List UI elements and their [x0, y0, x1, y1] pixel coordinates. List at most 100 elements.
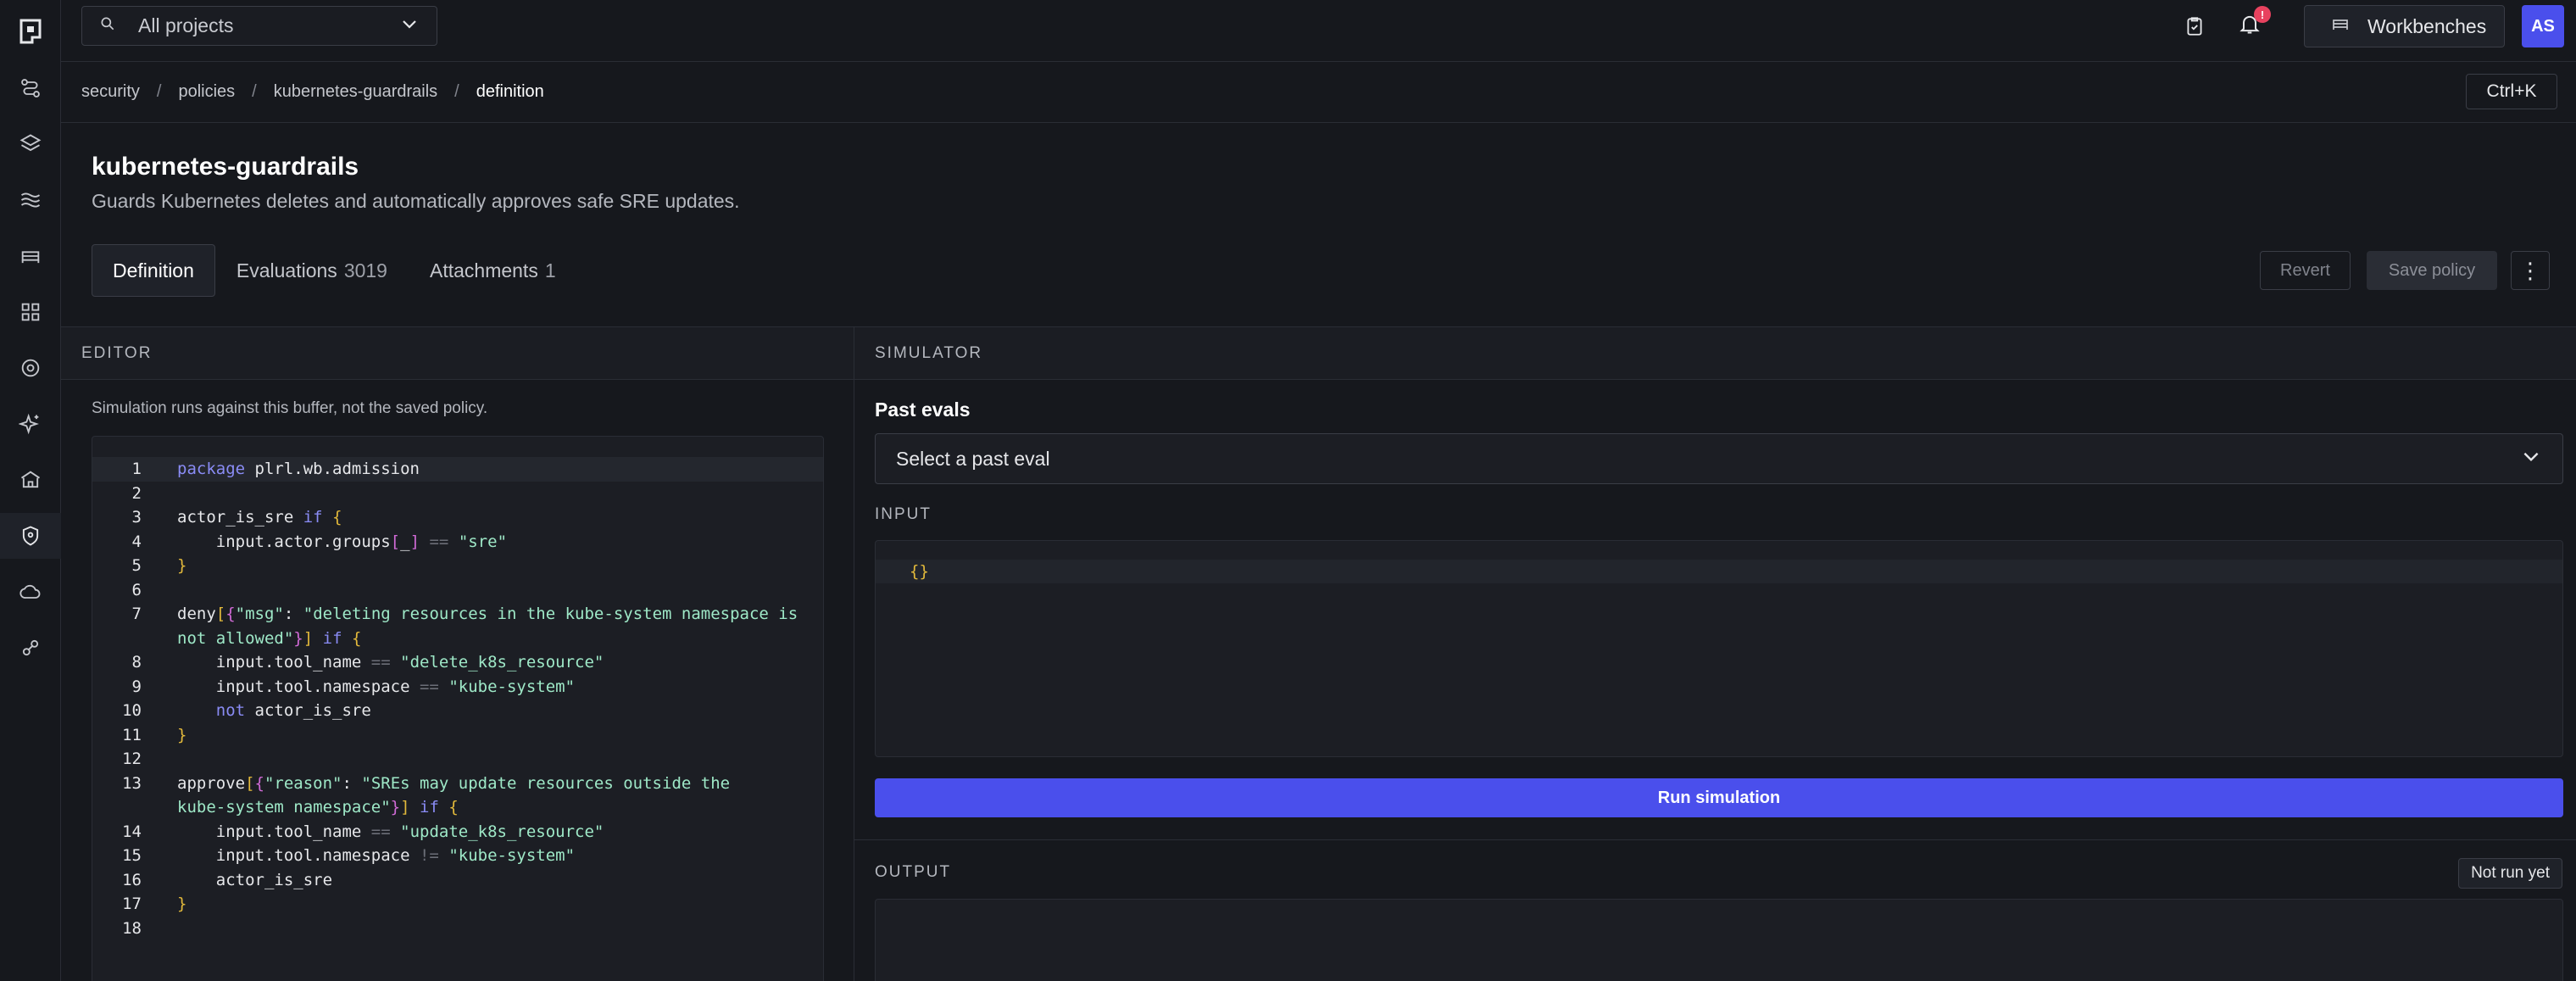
code-line: 5} — [92, 554, 823, 578]
line-number: 14 — [122, 822, 142, 841]
sparkles-icon[interactable] — [0, 401, 61, 447]
past-eval-select[interactable]: Select a past eval — [875, 433, 2563, 484]
code-line: 17} — [92, 892, 823, 917]
left-rail — [0, 0, 61, 981]
shield-icon[interactable] — [0, 513, 61, 559]
input-label: INPUT — [875, 505, 932, 523]
breadcrumb-separator: / — [156, 82, 162, 101]
app-logo-icon[interactable] — [8, 15, 53, 47]
search-icon — [99, 15, 116, 37]
input-editor[interactable]: {} — [875, 540, 2563, 757]
line-number: 5 — [131, 556, 142, 575]
flows-icon[interactable] — [0, 65, 61, 111]
status-badge: Not run yet — [2458, 858, 2562, 889]
code-line: 15 input.tool.namespace != "kube-system" — [92, 844, 823, 868]
code-line: 7 deny[{"msg": "deleting resources in the… — [92, 602, 823, 627]
tab-label: Evaluations — [236, 259, 337, 281]
code-line: 13 approve[{"reason": "SREs may update re… — [92, 772, 823, 796]
line-number: 2 — [131, 483, 142, 503]
breadcrumb-separator: / — [454, 82, 459, 101]
breadcrumb-security[interactable]: security — [81, 82, 140, 102]
more-options-icon[interactable]: ⋮ — [2511, 251, 2550, 290]
line-number: 3 — [131, 508, 142, 527]
notification-badge: ! — [2254, 6, 2271, 23]
code-line: 12 — [92, 747, 823, 772]
breadcrumb: security / policies / kubernetes-guardra… — [81, 82, 544, 102]
workbenches-button[interactable]: Workbenches — [2304, 5, 2505, 47]
workbench-icon[interactable] — [0, 233, 61, 279]
line-number: 8 — [131, 653, 142, 672]
code-line: 1 package plrl.wb.admission — [92, 457, 823, 482]
clipboard-check-icon[interactable] — [2180, 12, 2209, 41]
code-line: kube-system namespace"}] if { — [92, 795, 823, 820]
line-number — [92, 627, 142, 651]
tab-label: Attachments — [429, 259, 538, 281]
code-line: not allowed"}] if { — [92, 627, 823, 651]
output-label: OUTPUT — [875, 863, 952, 881]
tab-definition[interactable]: Definition — [92, 244, 215, 297]
notifications-button[interactable]: ! — [2235, 6, 2271, 41]
breadcrumb-separator: / — [252, 82, 257, 101]
breadcrumb-bar: security / policies / kubernetes-guardra… — [61, 62, 2576, 123]
top-bar: All projects ! Workbenches AS — [61, 0, 2576, 62]
line-number: 6 — [131, 580, 142, 599]
past-eval-placeholder: Select a past eval — [896, 447, 1050, 470]
breadcrumb-policy[interactable]: kubernetes-guardrails — [274, 82, 437, 102]
editor-heading: EDITOR — [61, 327, 854, 380]
cloud-icon[interactable] — [0, 569, 61, 615]
line-number: 11 — [122, 725, 142, 744]
line-number: 7 — [131, 605, 142, 623]
tab-evaluations[interactable]: Evaluations 3019 — [215, 244, 409, 297]
breadcrumb-policies[interactable]: policies — [178, 82, 235, 102]
code-line: 6 — [92, 578, 823, 603]
code-line: 4 input.actor.groups[_] == "sre" — [92, 530, 823, 555]
line-number: 16 — [122, 870, 142, 889]
waves-icon[interactable] — [0, 177, 61, 223]
line-number: 1 — [131, 460, 142, 478]
line-number: 12 — [122, 750, 142, 768]
revert-button[interactable]: Revert — [2260, 251, 2351, 290]
project-select-value: All projects — [138, 14, 234, 36]
target-icon[interactable] — [0, 345, 61, 391]
breadcrumb-current: definition — [476, 82, 544, 101]
tab-attachments[interactable]: Attachments 1 — [409, 244, 577, 297]
page-subtitle: Guards Kubernetes deletes and automatica… — [92, 190, 740, 212]
layers-icon[interactable] — [0, 121, 61, 167]
integrations-icon[interactable] — [0, 625, 61, 671]
simulator-panel: Past evals Select a past eval INPUT {} R… — [854, 327, 2576, 981]
line-number: 15 — [122, 846, 142, 865]
command-palette-shortcut[interactable]: Ctrl+K — [2466, 74, 2557, 109]
line-number: 4 — [131, 532, 142, 551]
code-line: 18 — [92, 917, 823, 941]
code-line: 11} — [92, 723, 823, 748]
page-title: kubernetes-guardrails — [92, 153, 359, 181]
project-select[interactable]: All projects — [81, 6, 437, 46]
code-line: 8 input.tool_name == "delete_k8s_resourc… — [92, 650, 823, 675]
tab-count: 3019 — [343, 259, 387, 281]
chevron-down-icon — [2520, 445, 2542, 472]
save-policy-button[interactable]: Save policy — [2367, 251, 2497, 290]
apps-grid-icon[interactable] — [0, 289, 61, 335]
line-number: 10 — [122, 701, 142, 720]
code-line: 14 input.tool_name == "update_k8s_resour… — [92, 820, 823, 844]
editor-note: Simulation runs against this buffer, not… — [92, 399, 488, 417]
line-number — [92, 795, 142, 820]
main-panels: EDITOR SIMULATOR Simulation runs against… — [61, 326, 2576, 981]
code-line: 9 input.tool.namespace == "kube-system" — [92, 675, 823, 700]
avatar[interactable]: AS — [2522, 5, 2564, 47]
tab-bar: Definition Evaluations 3019 Attachments … — [92, 244, 577, 297]
past-evals-label: Past evals — [875, 399, 971, 421]
workbench-icon — [2330, 14, 2351, 39]
tab-label: Definition — [113, 259, 194, 281]
run-simulation-button[interactable]: Run simulation — [875, 778, 2563, 817]
section-divider — [854, 839, 2576, 840]
code-editor[interactable]: 1 package plrl.wb.admission 2 3 actor_is_s… — [92, 436, 824, 981]
code-line: 2 — [92, 482, 823, 506]
line-number: 9 — [131, 677, 142, 696]
marketplace-icon[interactable] — [0, 457, 61, 503]
line-number: 18 — [122, 918, 142, 938]
tab-count: 1 — [544, 259, 556, 281]
line-number: 13 — [122, 773, 142, 793]
line-number: 17 — [122, 895, 142, 913]
code-line: 16 actor_is_sre — [92, 868, 823, 893]
